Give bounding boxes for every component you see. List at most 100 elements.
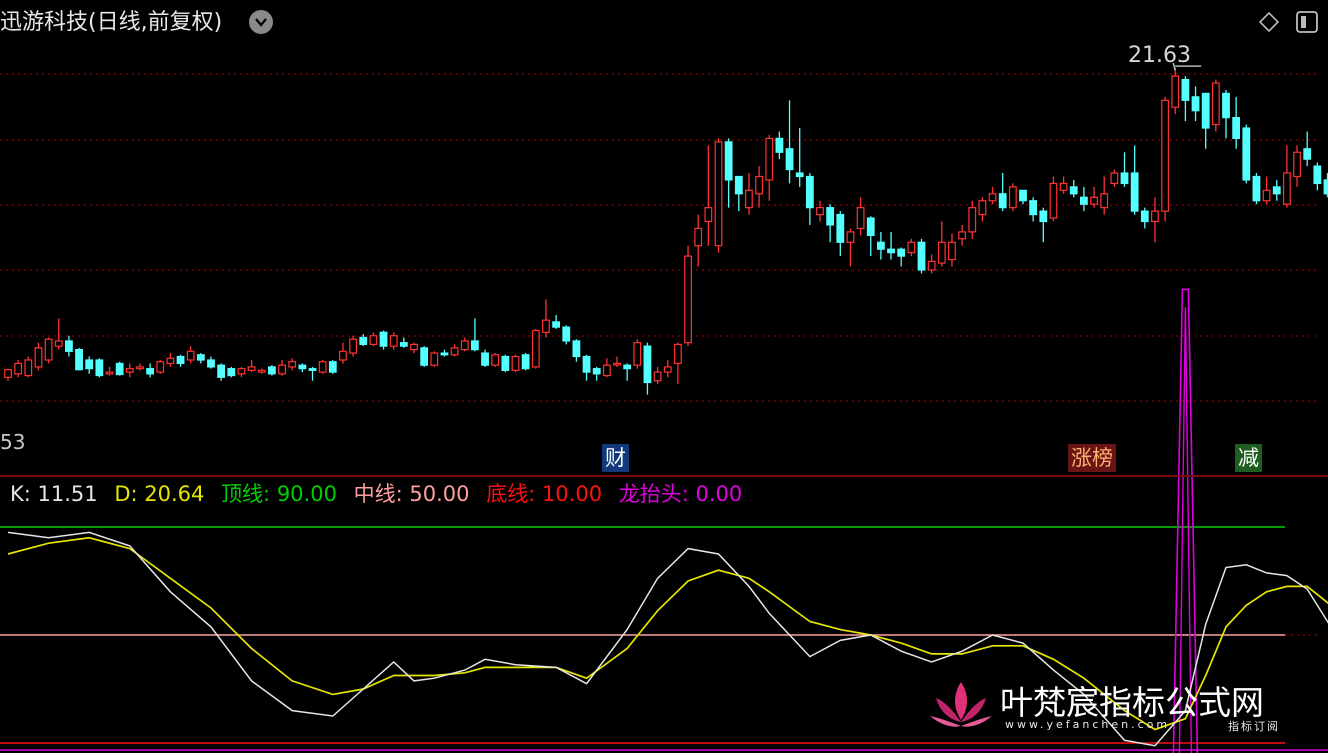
candle-body <box>1039 210 1048 223</box>
candle-body <box>1181 78 1190 101</box>
candle-body <box>613 362 621 366</box>
candle-body <box>318 361 327 373</box>
candle-body <box>24 359 33 377</box>
candle-body <box>75 349 83 371</box>
candle-body <box>399 342 408 347</box>
candle-body <box>1140 210 1149 223</box>
legend-dragon: 龙抬头: 0.00 <box>618 482 743 506</box>
legend-k: K: 11.51 <box>10 482 98 506</box>
candle-body <box>339 350 347 361</box>
candle-body <box>1130 172 1139 212</box>
legend-d: D: 20.64 <box>114 482 205 506</box>
candle-body <box>1323 179 1328 195</box>
candle-body <box>34 347 43 368</box>
candle-body <box>643 345 652 384</box>
candle-body <box>602 364 611 377</box>
diamond-icon[interactable] <box>1257 10 1281 34</box>
chart-canvas[interactable] <box>0 0 1328 753</box>
candle-body <box>694 227 703 247</box>
candle-body <box>237 368 246 375</box>
candle-body <box>592 368 601 375</box>
candle-body <box>105 371 114 375</box>
candle-body <box>420 347 429 366</box>
candle-body <box>1303 148 1312 160</box>
panel-divider[interactable] <box>0 475 1328 477</box>
candle-body <box>156 361 165 373</box>
candle-body <box>288 361 297 368</box>
candle-body <box>64 340 73 352</box>
candle-body <box>1262 189 1271 202</box>
candle-body <box>379 331 388 347</box>
price-grid <box>0 73 1318 402</box>
candle-body <box>460 340 469 351</box>
candle-body <box>633 342 642 366</box>
candle-body <box>430 352 439 366</box>
candle-body <box>998 193 1007 209</box>
candle-body <box>54 340 63 347</box>
candle-body <box>582 355 591 373</box>
stock-chart-window: 迅游科技(日线,前复权) 53 21.63 财 涨榜 减 K: 11.51 D:… <box>0 0 1328 753</box>
candle-body <box>755 175 763 195</box>
candle-body <box>978 200 987 216</box>
candle-body <box>1090 196 1098 205</box>
indicator-legend: K: 11.51 D: 20.64 顶线: 90.00 中线: 50.00 底线… <box>10 480 752 508</box>
candle-body <box>511 355 520 371</box>
candle-body <box>1069 186 1078 195</box>
panel-toggle-icon[interactable] <box>1295 10 1319 34</box>
candle-body <box>1313 165 1322 185</box>
candle-body <box>166 357 175 365</box>
candle-body <box>95 359 104 377</box>
candle-body <box>1161 99 1170 212</box>
candle-body <box>308 368 317 371</box>
chevron-down-icon[interactable] <box>249 10 273 34</box>
candle-body <box>562 326 571 342</box>
candle-body <box>988 193 997 202</box>
candle-body <box>85 359 94 370</box>
chart-title[interactable]: 迅游科技(日线,前复权) <box>0 6 222 40</box>
candle-body <box>846 231 855 243</box>
candle-body <box>653 371 662 382</box>
candle-body <box>866 217 875 236</box>
candle-body <box>1110 172 1119 185</box>
candle-body <box>1252 175 1261 202</box>
candle-body <box>136 366 144 370</box>
candle-body <box>359 336 368 346</box>
candle-body <box>410 343 418 351</box>
candle-body <box>227 368 236 377</box>
candle-body <box>217 364 226 378</box>
candle-body <box>196 354 205 361</box>
top-gainer-marker[interactable]: 涨榜 <box>1068 444 1116 472</box>
legend-mid-line: 中线: 50.00 <box>353 482 470 506</box>
candle-body <box>1242 127 1251 181</box>
candle-body <box>1171 75 1180 108</box>
candle-body <box>298 364 307 370</box>
candle-body <box>937 241 946 264</box>
candle-body <box>887 248 895 254</box>
candle-body <box>115 362 124 376</box>
candle-body <box>1293 151 1301 178</box>
candle-body <box>369 335 378 346</box>
candle-body <box>176 355 185 365</box>
watermark-brand: 叶梵宸指标公式网 <box>1000 683 1264 722</box>
candle-body <box>958 231 966 240</box>
candle-body <box>907 241 916 254</box>
candle-body <box>247 366 256 371</box>
candle-body <box>673 343 682 365</box>
candle-body <box>440 352 449 356</box>
last-price-label: 53 <box>0 430 26 454</box>
reduce-holding-marker[interactable]: 减 <box>1235 444 1262 472</box>
finance-marker[interactable]: 财 <box>602 444 629 472</box>
candle-body <box>1049 182 1058 219</box>
candle-body <box>1282 172 1291 205</box>
candle-body <box>125 368 134 373</box>
candle-body <box>542 319 550 333</box>
candle-body <box>501 355 510 371</box>
candle-body <box>856 207 865 230</box>
candle-body <box>278 364 286 375</box>
candle-body <box>349 338 357 354</box>
candle-body <box>1079 196 1088 205</box>
candle-body <box>257 369 266 373</box>
candle-body <box>724 141 733 181</box>
candle-body <box>328 361 337 373</box>
candle-body <box>1100 193 1109 209</box>
